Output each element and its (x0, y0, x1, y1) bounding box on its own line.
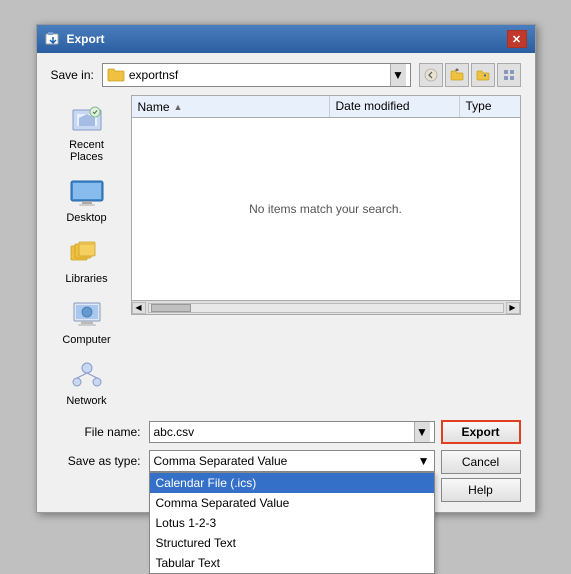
left-nav: Recent Places Desktop (51, 95, 123, 412)
dialog-title: Export (67, 32, 105, 46)
save-in-arrow[interactable]: ▼ (390, 64, 406, 86)
new-folder-icon (476, 68, 490, 82)
dropdown-option-1[interactable]: Comma Separated Value (150, 493, 434, 513)
nav-item-recent-places[interactable]: Recent Places (51, 99, 123, 168)
export-title-icon (45, 31, 61, 47)
nav-item-computer[interactable]: Computer (51, 294, 123, 351)
view-button[interactable] (497, 63, 521, 87)
save-in-label: Save in: (51, 68, 94, 82)
new-folder-button[interactable] (471, 63, 495, 87)
cancel-button[interactable]: Cancel (441, 450, 521, 474)
file-name-input[interactable]: abc.csv ▼ (149, 421, 435, 443)
horizontal-scrollbar[interactable]: ◀ ▶ (132, 300, 520, 314)
nav-label-libraries: Libraries (65, 273, 107, 285)
dropdown-option-3[interactable]: Structured Text (150, 533, 434, 553)
computer-icon (69, 299, 105, 331)
save-type-dropdown[interactable]: Comma Separated Value ▼ Calendar File (.… (149, 450, 435, 472)
arrow-icon: ▼ (392, 68, 404, 82)
nav-label-network: Network (66, 395, 106, 407)
dropdown-option-2[interactable]: Lotus 1-2-3 (150, 513, 434, 533)
dropdown-list: Calendar File (.ics) Comma Separated Val… (149, 472, 435, 574)
dropdown-option-0[interactable]: Calendar File (.ics) (150, 473, 434, 493)
side-buttons: Cancel Help (441, 450, 521, 502)
file-name-dropdown-btn[interactable]: ▼ (414, 422, 430, 442)
back-button[interactable] (419, 63, 443, 87)
file-list-header: Name ▲ Date modified Type (132, 96, 520, 118)
back-icon (424, 68, 438, 82)
scroll-thumb[interactable] (151, 304, 191, 312)
main-area: Recent Places Desktop (51, 95, 521, 412)
save-type-input-area: Comma Separated Value ▼ Calendar File (.… (149, 450, 521, 502)
toolbar-buttons (419, 63, 521, 87)
nav-item-network[interactable]: Network (51, 355, 123, 412)
export-button[interactable]: Export (441, 420, 521, 444)
libraries-icon (69, 238, 105, 270)
form-rows: File name: abc.csv ▼ Export Save as type… (51, 420, 521, 502)
views-icon (502, 68, 516, 82)
dialog-body: Save in: exportnsf ▼ (37, 53, 535, 512)
desktop-icon (69, 177, 105, 209)
col-name-header[interactable]: Name ▲ (132, 96, 330, 117)
network-icon (69, 360, 105, 392)
close-button[interactable]: ✕ (507, 30, 527, 48)
recent-places-icon (69, 104, 105, 136)
file-list: Name ▲ Date modified Type No items match… (131, 95, 521, 315)
sort-arrow: ▲ (174, 102, 183, 112)
scroll-left-btn[interactable]: ◀ (132, 302, 146, 314)
save-in-value: exportnsf (129, 68, 386, 82)
title-bar-left: Export (45, 31, 105, 47)
dropdown-arrow: ▼ (418, 454, 430, 468)
col-date-header[interactable]: Date modified (330, 96, 460, 117)
nav-item-libraries[interactable]: Libraries (51, 233, 123, 290)
nav-label-computer: Computer (62, 334, 110, 346)
dropdown-option-4[interactable]: Tabular Text (150, 553, 434, 573)
save-type-row: Save as type: Comma Separated Value ▼ Ca… (51, 450, 521, 502)
file-name-input-area: abc.csv ▼ Export (149, 420, 521, 444)
file-name-row: File name: abc.csv ▼ Export (51, 420, 521, 444)
save-in-combo[interactable]: exportnsf ▼ (102, 63, 411, 87)
export-dialog: Export ✕ Save in: exportnsf ▼ (36, 24, 536, 513)
save-in-row: Save in: exportnsf ▼ (51, 63, 521, 87)
title-bar: Export ✕ (37, 25, 535, 53)
nav-label-desktop: Desktop (66, 212, 106, 224)
col-name-label: Name (138, 100, 170, 114)
col-type-header[interactable]: Type (460, 96, 520, 117)
nav-item-desktop[interactable]: Desktop (51, 172, 123, 229)
folder-icon (107, 67, 125, 83)
scroll-right-btn[interactable]: ▶ (506, 302, 520, 314)
help-button[interactable]: Help (441, 478, 521, 502)
save-type-label: Save as type: (51, 454, 141, 468)
file-list-empty: No items match your search. (132, 118, 520, 300)
up-folder-icon (450, 68, 464, 82)
nav-label-recent: Recent Places (54, 139, 120, 163)
up-button[interactable] (445, 63, 469, 87)
save-type-select[interactable]: Comma Separated Value ▼ (149, 450, 435, 472)
scroll-track[interactable] (148, 303, 504, 313)
file-name-label: File name: (51, 425, 141, 439)
